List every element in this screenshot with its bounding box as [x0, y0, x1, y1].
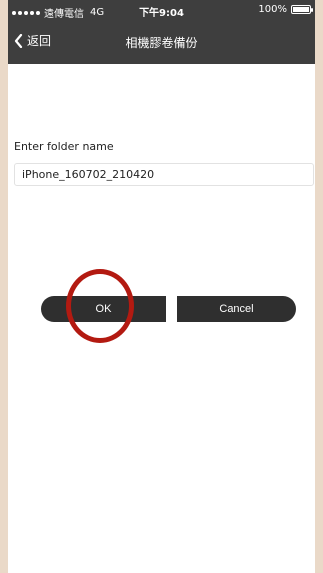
status-bar: 遠傳電信 4G 下午9:04 100% — [8, 0, 315, 20]
folder-name-label: Enter folder name — [14, 140, 114, 153]
page-title: 相機膠卷備份 — [125, 36, 198, 50]
battery-status: 100% — [258, 4, 313, 15]
navigation-bar: 返回 相機膠卷備份 — [8, 20, 315, 64]
top-bar: 遠傳電信 4G 下午9:04 100% 返回 相機膠卷備份 — [8, 0, 315, 64]
folder-name-input[interactable] — [14, 163, 314, 186]
app-screen: 遠傳電信 4G 下午9:04 100% 返回 相機膠卷備份 Enter fold… — [8, 0, 315, 573]
cancel-button[interactable]: Cancel — [177, 296, 296, 322]
battery-percent: 100% — [258, 4, 287, 15]
battery-icon — [291, 5, 313, 14]
ok-button[interactable]: OK — [41, 296, 166, 322]
